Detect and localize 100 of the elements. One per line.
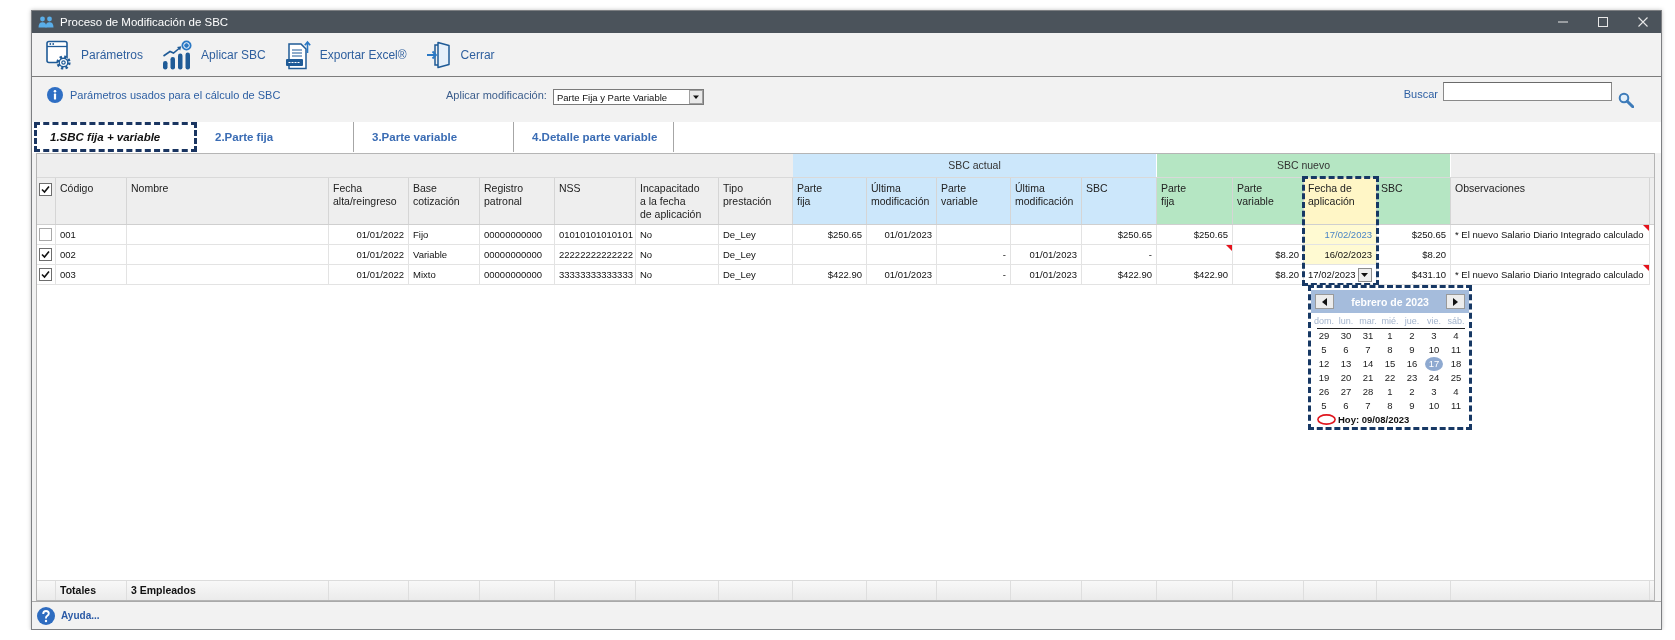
- column-header[interactable]: Parte variable: [1233, 178, 1304, 224]
- calendar-day[interactable]: 9: [1403, 399, 1421, 413]
- table-cell: 33333333333333: [555, 265, 636, 285]
- table-cell: -: [937, 245, 1011, 265]
- calendar-day[interactable]: 10: [1425, 399, 1443, 413]
- table-cell: 16/02/2023: [1304, 245, 1377, 265]
- calendar-day[interactable]: 2: [1403, 385, 1421, 399]
- column-header[interactable]: Parte variable: [937, 178, 1011, 224]
- column-header[interactable]: Última modificación: [867, 178, 937, 224]
- calendar-day[interactable]: 16: [1403, 357, 1421, 371]
- next-month-button[interactable]: [1446, 294, 1465, 309]
- modification-dropdown[interactable]: Parte Fija y Parte Variable: [552, 89, 704, 105]
- calendar-day[interactable]: 2: [1403, 329, 1421, 343]
- column-header[interactable]: Última modificación: [1011, 178, 1082, 224]
- help-icon[interactable]: [37, 606, 55, 625]
- parameters-link[interactable]: Parámetros usados para el cálculo de SBC: [70, 89, 281, 101]
- table-cell: 01/01/2022: [329, 245, 409, 265]
- table-cell: No: [636, 265, 719, 285]
- calendar-day[interactable]: 1: [1381, 329, 1399, 343]
- calendar-day[interactable]: 8: [1381, 343, 1399, 357]
- document-arrow-icon: [284, 39, 311, 70]
- calendar-day[interactable]: 23: [1403, 371, 1421, 385]
- calendar-day[interactable]: 28: [1359, 385, 1377, 399]
- calendar-day[interactable]: 31: [1359, 329, 1377, 343]
- help-link[interactable]: Ayuda...: [61, 610, 100, 621]
- column-group-header: SBC nuevo: [1157, 154, 1451, 177]
- calendar-day[interactable]: 8: [1381, 399, 1399, 413]
- weekday-label: mié.: [1380, 315, 1400, 328]
- calendar-day[interactable]: 30: [1337, 329, 1355, 343]
- calendar-day[interactable]: 13: [1337, 357, 1355, 371]
- column-header[interactable]: SBC: [1377, 178, 1451, 224]
- column-header[interactable]: Nombre: [127, 178, 329, 224]
- row-checkbox[interactable]: [39, 228, 52, 241]
- column-header[interactable]: Registro patronal: [480, 178, 555, 224]
- calendar-day[interactable]: 15: [1381, 357, 1399, 371]
- calendar-day[interactable]: 25: [1447, 371, 1465, 385]
- tab[interactable]: 1.SBC fija + variable: [34, 122, 197, 152]
- calendar-day[interactable]: 6: [1337, 399, 1355, 413]
- calendar-day[interactable]: 6: [1337, 343, 1355, 357]
- export-button[interactable]: Exportar Excel®: [284, 39, 407, 70]
- today-marker-icon: [1317, 414, 1336, 425]
- row-checkbox[interactable]: [39, 248, 52, 261]
- calendar-day[interactable]: 9: [1403, 343, 1421, 357]
- column-header[interactable]: Fecha alta/reingreso: [329, 178, 409, 224]
- close-icon[interactable]: [1638, 17, 1648, 27]
- calendar-day[interactable]: 5: [1315, 343, 1333, 357]
- table-cell: 00000000000: [480, 265, 555, 285]
- calendar-day[interactable]: 11: [1447, 343, 1465, 357]
- table-cell: $250.65: [1377, 225, 1451, 245]
- calendar-day[interactable]: 19: [1315, 371, 1333, 385]
- maximize-icon[interactable]: [1598, 17, 1608, 27]
- weekday-label: lun.: [1337, 315, 1355, 328]
- column-header[interactable]: NSS: [555, 178, 636, 224]
- calendar-day[interactable]: 12: [1315, 357, 1333, 371]
- calendar-day[interactable]: 14: [1359, 357, 1377, 371]
- row-checkbox[interactable]: [39, 268, 52, 281]
- dropdown-button[interactable]: [1357, 267, 1372, 282]
- settings-icon: [46, 39, 72, 70]
- table-cell: $250.65: [1082, 225, 1157, 245]
- calendar-day[interactable]: 18: [1447, 357, 1465, 371]
- calendar-day[interactable]: 7: [1359, 343, 1377, 357]
- calendar-day[interactable]: 10: [1425, 343, 1443, 357]
- calendar-day[interactable]: 20: [1337, 371, 1355, 385]
- calendar-day[interactable]: 3: [1425, 385, 1443, 399]
- calendar-day[interactable]: 4: [1447, 385, 1465, 399]
- parameters-button[interactable]: Parámetros: [46, 39, 144, 70]
- calendar-day[interactable]: 21: [1359, 371, 1377, 385]
- table-cell: $8.20: [1377, 245, 1451, 265]
- calendar-day[interactable]: 27: [1337, 385, 1355, 399]
- calendar-day[interactable]: 11: [1447, 399, 1465, 413]
- calendar-day[interactable]: 22: [1381, 371, 1399, 385]
- calendar-day[interactable]: 4: [1447, 329, 1465, 343]
- table-cell: $250.65: [1157, 225, 1233, 245]
- caret-left-icon: [1322, 297, 1327, 306]
- select-all-checkbox[interactable]: [39, 183, 52, 196]
- column-header[interactable]: Parte fija: [793, 178, 867, 224]
- search-label: Buscar: [1403, 88, 1438, 101]
- calendar-day[interactable]: 3: [1425, 329, 1443, 343]
- previous-month-button[interactable]: [1315, 294, 1334, 309]
- calendar-day[interactable]: 5: [1315, 399, 1333, 413]
- calendar-day[interactable]: 29: [1315, 329, 1333, 343]
- calendar-day[interactable]: 7: [1359, 399, 1377, 413]
- column-header[interactable]: Fecha de aplicación: [1304, 178, 1377, 224]
- apply-button[interactable]: Aplicar SBC: [162, 39, 266, 70]
- today-link[interactable]: Hoy: 09/08/2023: [1338, 414, 1410, 425]
- weekday-label: mar.: [1358, 315, 1378, 328]
- calendar-day[interactable]: 1: [1381, 385, 1399, 399]
- table-cell: 01/01/2023: [1011, 245, 1082, 265]
- column-header[interactable]: Incapacitado a la fecha de aplicación: [636, 178, 719, 224]
- search-icon[interactable]: [1618, 92, 1634, 108]
- search-field[interactable]: [1443, 82, 1612, 101]
- table-cell: 00000000000: [480, 245, 555, 265]
- column-header[interactable]: SBC: [1082, 178, 1157, 224]
- column-header[interactable]: Observaciones: [1451, 178, 1650, 224]
- calendar-day[interactable]: 26: [1315, 385, 1333, 399]
- close-button[interactable]: Cerrar: [425, 39, 495, 70]
- column-header[interactable]: Parte fija: [1157, 178, 1233, 224]
- column-header[interactable]: Base cotización: [409, 178, 480, 224]
- calendar-day[interactable]: 24: [1425, 371, 1443, 385]
- column-header[interactable]: Código: [56, 178, 127, 224]
